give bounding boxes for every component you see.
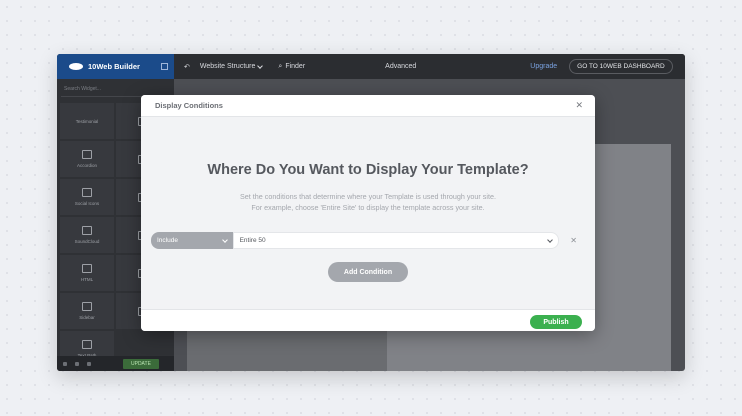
text-path-icon [82,340,92,349]
modal-title: Where Do You Want to Display Your Templa… [207,162,529,178]
condition-select[interactable]: Entire 50 [232,232,560,249]
soundcloud-icon [82,226,92,235]
undo-icon[interactable]: ↶ [184,63,190,71]
chevron-down-icon [221,236,228,243]
advanced-tab[interactable]: Advanced [385,63,416,70]
add-condition-button[interactable]: Add Condition [328,262,408,282]
chevron-down-icon [547,236,554,243]
code-icon [82,264,92,273]
remove-condition-icon[interactable]: ✕ [570,236,577,245]
upgrade-link[interactable]: Upgrade [530,63,557,70]
update-button[interactable]: UPDATE [123,358,159,369]
publish-button[interactable]: Publish [530,315,582,329]
social-icons-icon [82,188,92,197]
sidebar-footer: UPDATE [57,356,174,371]
grid-icon[interactable] [161,63,168,70]
widget-social-icons[interactable]: Social Icons [60,179,114,215]
widget-soundcloud[interactable]: SoundCloud [60,217,114,253]
display-conditions-modal: Display Conditions ✕ Where Do You Want t… [141,95,595,331]
brand: 10Web Builder [57,54,174,79]
include-select[interactable]: Include [151,232,233,249]
widget-label: SoundCloud [74,239,100,244]
brand-name: 10Web Builder [88,62,140,71]
close-icon[interactable]: ✕ [575,100,583,111]
widget-sidebar[interactable]: Sidebar [60,293,114,329]
modal-footer: Publish [141,309,595,331]
widget-accordion[interactable]: Accordion [60,141,114,177]
widget-label: HTML [80,277,94,282]
description-line-2: For example, choose 'Entire Site' to dis… [251,203,485,212]
widget-label: Testimonial [75,118,99,124]
widget-label: Sidebar [79,315,95,320]
sidebar-icon [82,302,92,311]
condition-value: Entire 50 [239,237,266,244]
include-value: Include [157,237,178,244]
logo-icon [69,63,83,70]
finder-label: Finder [285,63,306,70]
accordion-icon [82,150,92,159]
chevron-down-icon [257,62,264,69]
description-line-1: Set the conditions that determine where … [240,192,496,201]
widget-label: Social Icons [74,201,100,206]
search-icon: ⌕ [278,62,283,70]
top-bar: 10Web Builder ↶ Website Structure ⌕ Find… [57,54,685,79]
website-structure-menu[interactable]: Website Structure [199,62,264,70]
website-structure-label: Website Structure [199,63,256,70]
dashboard-button[interactable]: GO TO 10WEB DASHBOARD [569,59,673,74]
settings-icon[interactable] [63,361,67,366]
modal-description: Set the conditions that determine where … [141,191,595,213]
modal-header-title: Display Conditions [155,101,223,110]
modal-header: Display Conditions ✕ [141,95,595,117]
history-icon[interactable] [87,361,91,366]
widget-label: Accordion [76,163,97,168]
widget-html[interactable]: HTML [60,255,114,291]
widget-testimonial[interactable]: Testimonial [60,103,114,139]
condition-row: Include Entire 50 ✕ [151,232,577,249]
layers-icon[interactable] [75,361,79,366]
finder-button[interactable]: ⌕ Finder [278,63,305,71]
